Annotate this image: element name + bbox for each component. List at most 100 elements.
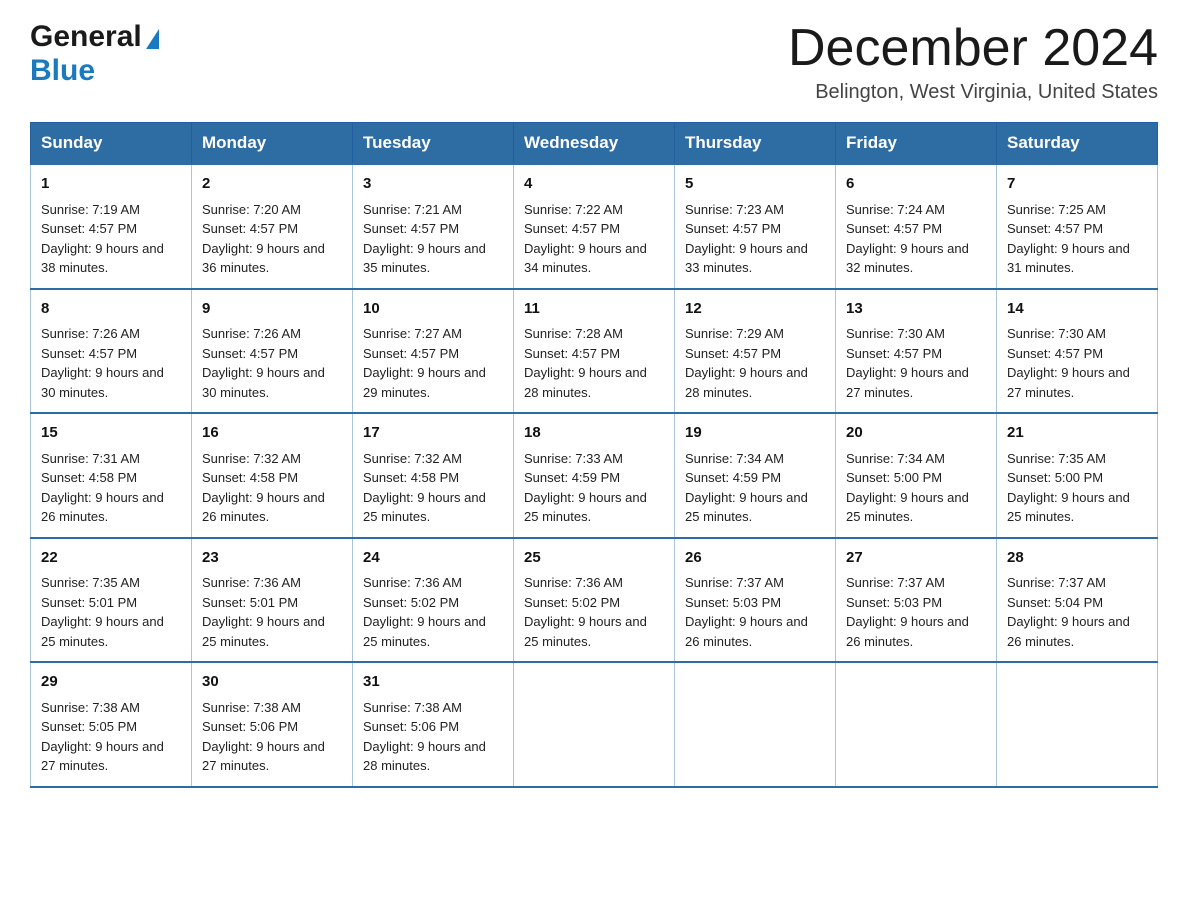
calendar-week-3: 15Sunrise: 7:31 AMSunset: 4:58 PMDayligh… (31, 413, 1158, 538)
sunrise-label: Sunrise: 7:34 AM (685, 451, 784, 466)
daylight-label: Daylight: 9 hours and 28 minutes. (363, 739, 486, 774)
sunrise-label: Sunrise: 7:38 AM (363, 700, 462, 715)
day-number: 3 (363, 173, 503, 196)
daylight-label: Daylight: 9 hours and 32 minutes. (846, 241, 969, 276)
daylight-label: Daylight: 9 hours and 28 minutes. (524, 365, 647, 400)
col-wednesday: Wednesday (514, 123, 675, 165)
daylight-label: Daylight: 9 hours and 27 minutes. (1007, 365, 1130, 400)
sunrise-label: Sunrise: 7:27 AM (363, 326, 462, 341)
daylight-label: Daylight: 9 hours and 28 minutes. (685, 365, 808, 400)
sunset-label: Sunset: 4:57 PM (846, 221, 942, 236)
calendar-cell: 11Sunrise: 7:28 AMSunset: 4:57 PMDayligh… (514, 289, 675, 414)
daylight-label: Daylight: 9 hours and 25 minutes. (524, 614, 647, 649)
sunset-label: Sunset: 4:57 PM (202, 221, 298, 236)
day-number: 15 (41, 422, 181, 445)
daylight-label: Daylight: 9 hours and 26 minutes. (685, 614, 808, 649)
calendar-cell (675, 662, 836, 787)
sunset-label: Sunset: 5:00 PM (1007, 470, 1103, 485)
day-number: 18 (524, 422, 664, 445)
day-number: 5 (685, 173, 825, 196)
sunset-label: Sunset: 4:57 PM (363, 346, 459, 361)
sunset-label: Sunset: 4:59 PM (685, 470, 781, 485)
calendar-cell: 14Sunrise: 7:30 AMSunset: 4:57 PMDayligh… (997, 289, 1158, 414)
sunrise-label: Sunrise: 7:21 AM (363, 202, 462, 217)
sunrise-label: Sunrise: 7:33 AM (524, 451, 623, 466)
sunset-label: Sunset: 4:57 PM (202, 346, 298, 361)
sunset-label: Sunset: 4:57 PM (41, 346, 137, 361)
sunrise-label: Sunrise: 7:26 AM (41, 326, 140, 341)
day-number: 16 (202, 422, 342, 445)
sunset-label: Sunset: 4:57 PM (1007, 221, 1103, 236)
calendar-cell: 31Sunrise: 7:38 AMSunset: 5:06 PMDayligh… (353, 662, 514, 787)
calendar-week-1: 1Sunrise: 7:19 AMSunset: 4:57 PMDaylight… (31, 164, 1158, 289)
logo: General Blue (30, 20, 159, 88)
calendar-week-2: 8 Sunrise: 7:26 AM Sunset: 4:57 PM Daylight… (31, 289, 1158, 414)
day-number: 8 (41, 298, 181, 321)
sunset-label: Sunset: 5:02 PM (524, 595, 620, 610)
day-number: 31 (363, 671, 503, 694)
daylight-label: Daylight: 9 hours and 25 minutes. (202, 614, 325, 649)
day-number: 13 (846, 298, 986, 321)
sunrise-label: Sunrise: 7:19 AM (41, 202, 140, 217)
col-thursday: Thursday (675, 123, 836, 165)
sunrise-label: Sunrise: 7:36 AM (202, 575, 301, 590)
calendar-cell: 3Sunrise: 7:21 AMSunset: 4:57 PMDaylight… (353, 164, 514, 289)
sunset-label: Sunset: 4:57 PM (524, 221, 620, 236)
calendar-cell: 25Sunrise: 7:36 AMSunset: 5:02 PMDayligh… (514, 538, 675, 663)
daylight-label: Daylight: 9 hours and 33 minutes. (685, 241, 808, 276)
sunrise-label: Sunrise: 7:26 AM (202, 326, 301, 341)
daylight-label: Daylight: 9 hours and 27 minutes. (41, 739, 164, 774)
day-number: 22 (41, 547, 181, 570)
calendar-cell: 21Sunrise: 7:35 AMSunset: 5:00 PMDayligh… (997, 413, 1158, 538)
sunrise-label: Sunrise: 7:32 AM (363, 451, 462, 466)
daylight-label: Daylight: 9 hours and 25 minutes. (685, 490, 808, 525)
daylight-label: Daylight: 9 hours and 35 minutes. (363, 241, 486, 276)
daylight-label: Daylight: 9 hours and 34 minutes. (524, 241, 647, 276)
calendar-cell: 10Sunrise: 7:27 AMSunset: 4:57 PMDayligh… (353, 289, 514, 414)
calendar-table: Sunday Monday Tuesday Wednesday Thursday… (30, 122, 1158, 788)
calendar-cell: 6 Sunrise: 7:24 AM Sunset: 4:57 PM Daylight… (836, 164, 997, 289)
sunset-label: Sunset: 4:57 PM (41, 221, 137, 236)
daylight-label: Daylight: 9 hours and 36 minutes. (202, 241, 325, 276)
calendar-cell: 9Sunrise: 7:26 AMSunset: 4:57 PMDaylight… (192, 289, 353, 414)
logo-blue-text: Blue (30, 54, 95, 87)
col-friday: Friday (836, 123, 997, 165)
sunrise-label: Sunrise: 7:29 AM (685, 326, 784, 341)
calendar-cell: 8 Sunrise: 7:26 AM Sunset: 4:57 PM Daylight… (31, 289, 192, 414)
sunset-label: Sunset: 4:58 PM (363, 470, 459, 485)
day-number: 6 (846, 173, 986, 196)
daylight-label: Daylight: 9 hours and 27 minutes. (846, 365, 969, 400)
calendar-cell: 26Sunrise: 7:37 AMSunset: 5:03 PMDayligh… (675, 538, 836, 663)
sunrise-label: Sunrise: 7:37 AM (846, 575, 945, 590)
day-number: 9 (202, 298, 342, 321)
sunrise-label: Sunrise: 7:24 AM (846, 202, 945, 217)
day-number: 26 (685, 547, 825, 570)
calendar-cell (836, 662, 997, 787)
sunrise-label: Sunrise: 7:35 AM (41, 575, 140, 590)
title-block: December 2024 Belington, West Virginia, … (788, 20, 1158, 104)
calendar-header-row: Sunday Monday Tuesday Wednesday Thursday… (31, 123, 1158, 165)
daylight-label: Daylight: 9 hours and 26 minutes. (41, 490, 164, 525)
daylight-label: Daylight: 9 hours and 27 minutes. (202, 739, 325, 774)
daylight-label: Daylight: 9 hours and 25 minutes. (846, 490, 969, 525)
day-number: 12 (685, 298, 825, 321)
daylight-label: Daylight: 9 hours and 26 minutes. (202, 490, 325, 525)
calendar-cell: 4Sunrise: 7:22 AMSunset: 4:57 PMDaylight… (514, 164, 675, 289)
calendar-cell: 22Sunrise: 7:35 AMSunset: 5:01 PMDayligh… (31, 538, 192, 663)
calendar-cell: 1Sunrise: 7:19 AMSunset: 4:57 PMDaylight… (31, 164, 192, 289)
calendar-week-5: 29Sunrise: 7:38 AMSunset: 5:05 PMDayligh… (31, 662, 1158, 787)
daylight-label: Daylight: 9 hours and 25 minutes. (524, 490, 647, 525)
calendar-cell: 23Sunrise: 7:36 AMSunset: 5:01 PMDayligh… (192, 538, 353, 663)
sunset-label: Sunset: 5:05 PM (41, 719, 137, 734)
day-number: 21 (1007, 422, 1147, 445)
sunset-label: Sunset: 4:58 PM (202, 470, 298, 485)
page-header: General Blue December 2024 Belington, We… (30, 20, 1158, 104)
sunrise-label: Sunrise: 7:30 AM (846, 326, 945, 341)
sunrise-label: Sunrise: 7:38 AM (202, 700, 301, 715)
calendar-cell (514, 662, 675, 787)
sunset-label: Sunset: 5:00 PM (846, 470, 942, 485)
calendar-cell: 13Sunrise: 7:30 AMSunset: 4:57 PMDayligh… (836, 289, 997, 414)
daylight-label: Daylight: 9 hours and 26 minutes. (1007, 614, 1130, 649)
sunset-label: Sunset: 5:03 PM (685, 595, 781, 610)
daylight-label: Daylight: 9 hours and 30 minutes. (41, 365, 164, 400)
